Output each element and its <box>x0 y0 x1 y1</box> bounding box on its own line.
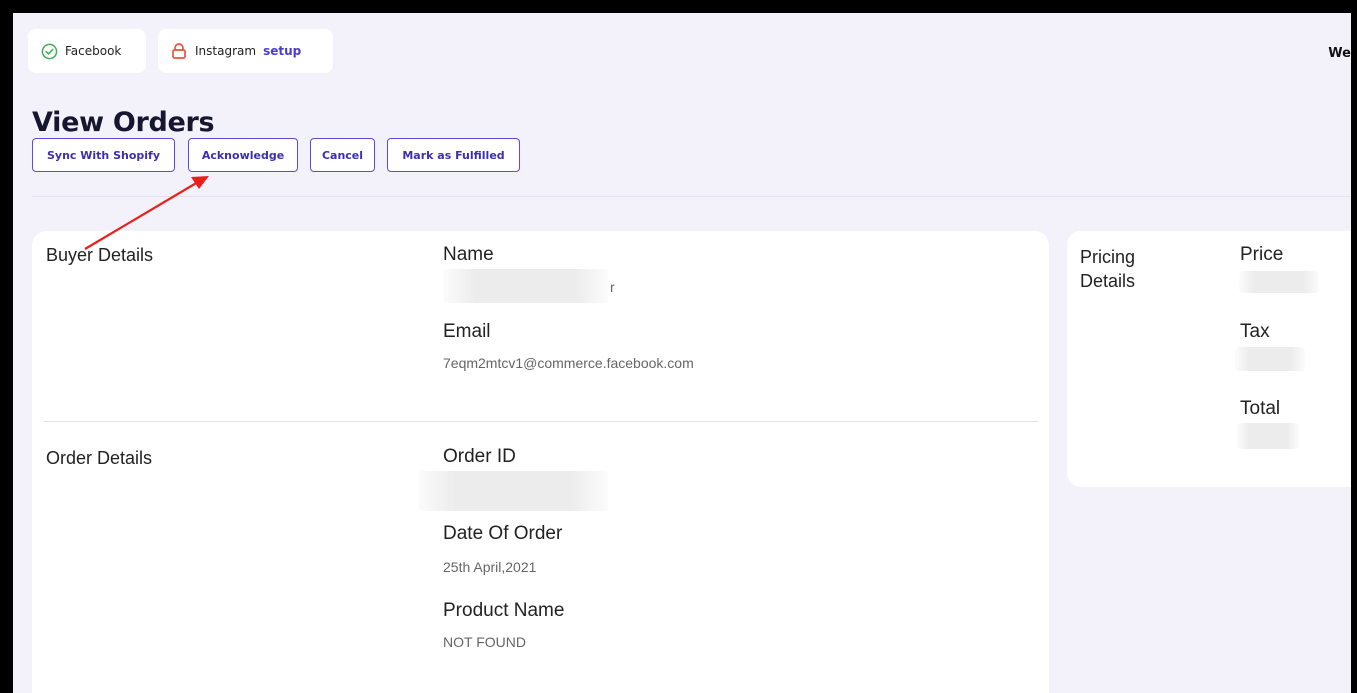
date-of-order-value: 25th April,2021 <box>443 559 537 575</box>
instagram-channel-chip[interactable]: Instagram setup <box>158 29 333 73</box>
name-value: r <box>610 279 615 295</box>
price-label: Price <box>1240 244 1284 265</box>
total-label: Total <box>1240 398 1281 419</box>
product-name-value: NOT FOUND <box>443 634 526 650</box>
lock-icon <box>170 42 188 60</box>
redacted-order-id <box>418 471 608 511</box>
name-label: Name <box>443 244 494 265</box>
email-value: 7eqm2mtcv1@commerce.facebook.com <box>443 355 694 371</box>
pricing-title-line1: Pricing <box>1080 247 1136 267</box>
app-frame: Facebook Instagram setup We View Orders … <box>13 13 1351 693</box>
section-divider <box>44 421 1038 422</box>
check-circle-icon <box>40 42 58 60</box>
redacted-name <box>443 269 608 303</box>
email-label: Email <box>443 321 491 342</box>
redacted-price <box>1239 271 1319 293</box>
order-details-title: Order Details <box>46 448 153 468</box>
tax-label: Tax <box>1240 321 1270 342</box>
instagram-label: Instagram <box>195 44 257 58</box>
facebook-channel-chip[interactable]: Facebook <box>28 29 146 73</box>
welcome-text: We <box>1328 46 1351 61</box>
pricing-details-title: Pricing Details <box>1080 245 1135 293</box>
sync-with-shopify-button[interactable]: Sync With Shopify <box>32 138 175 172</box>
pricing-title-line2: Details <box>1080 271 1136 291</box>
order-id-label: Order ID <box>443 446 516 467</box>
acknowledge-button[interactable]: Acknowledge <box>188 138 298 172</box>
pricing-card: Pricing Details Price Tax Total <box>1067 231 1351 487</box>
buyer-details-title: Buyer Details <box>46 245 154 265</box>
page-title: View Orders <box>32 107 215 138</box>
mark-as-fulfilled-button[interactable]: Mark as Fulfilled <box>387 138 520 172</box>
date-of-order-label: Date Of Order <box>443 523 563 544</box>
product-name-label: Product Name <box>443 600 565 621</box>
facebook-label: Facebook <box>65 44 122 58</box>
cancel-button[interactable]: Cancel <box>310 138 375 172</box>
redacted-total <box>1237 423 1299 449</box>
details-card: Buyer Details Name r Email 7eqm2mtcv1@co… <box>32 231 1049 693</box>
redacted-tax <box>1235 347 1305 371</box>
instagram-setup-link[interactable]: setup <box>263 44 301 58</box>
header-divider <box>32 196 1351 197</box>
